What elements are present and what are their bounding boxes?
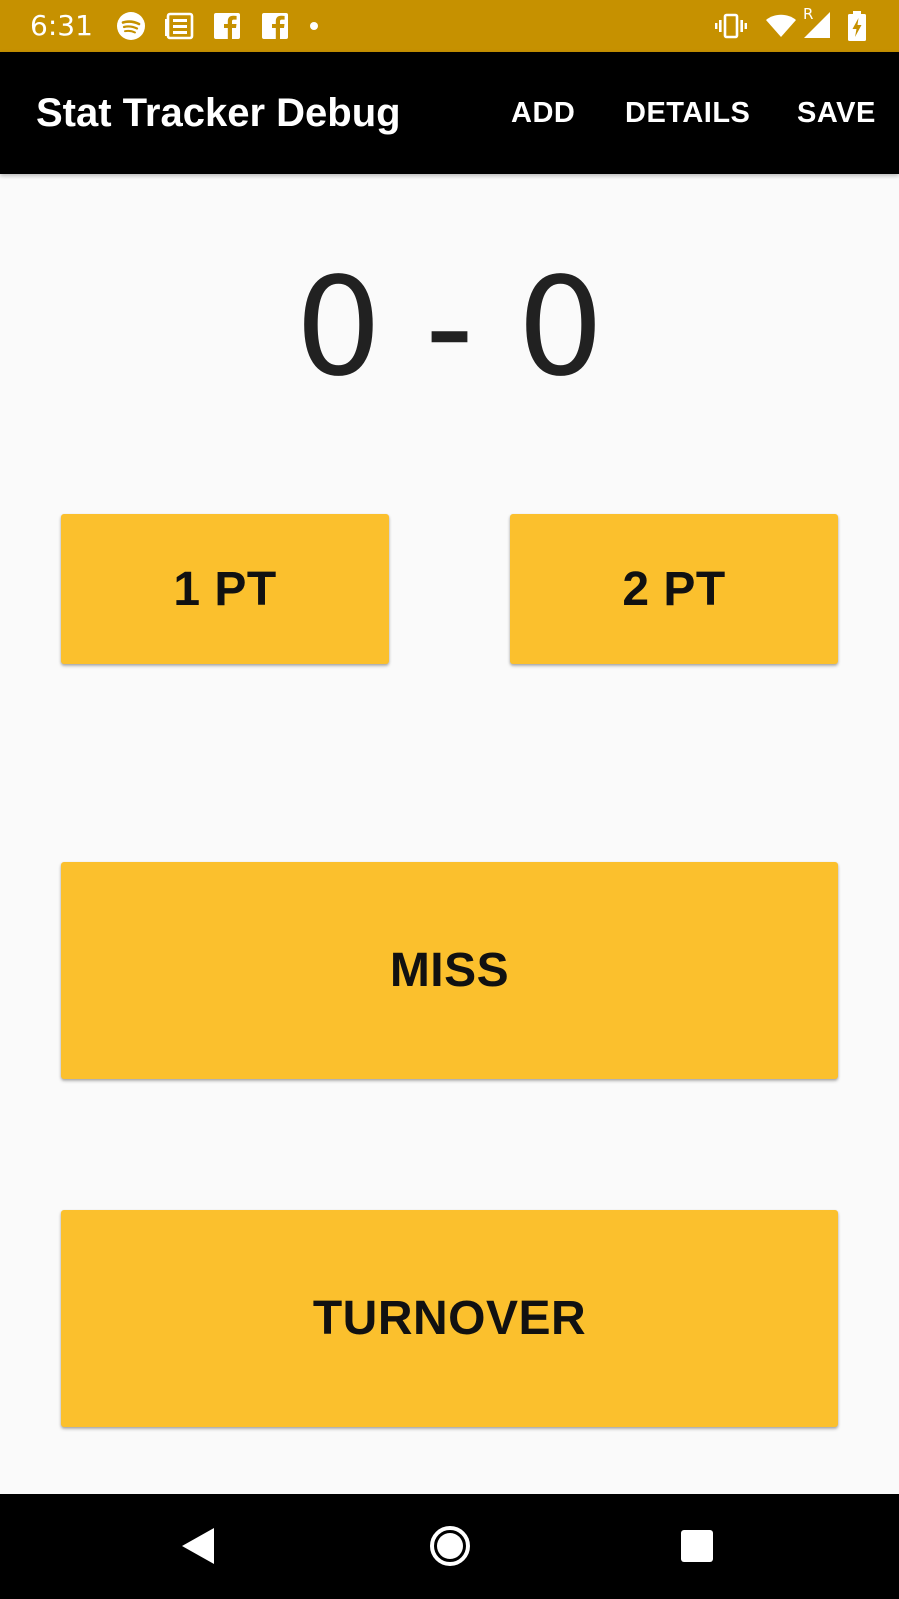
- turnover-button[interactable]: TURNOVER: [61, 1210, 838, 1427]
- roaming-label: R: [803, 5, 814, 23]
- miss-button[interactable]: MISS: [61, 862, 838, 1079]
- save-button[interactable]: SAVE: [797, 96, 876, 130]
- app-bar: Stat Tracker Debug ADD DETAILS SAVE: [0, 52, 899, 174]
- app-title: Stat Tracker Debug: [36, 91, 401, 135]
- screen: 6:31 R Stat Tracker Debug ADD DETAILS SA…: [0, 0, 899, 1599]
- spotify-icon: [114, 10, 148, 42]
- one-point-button[interactable]: 1 PT: [61, 514, 389, 664]
- wifi-icon: [764, 10, 798, 42]
- facebook-icon: [258, 10, 292, 42]
- navigation-bar: [0, 1494, 899, 1599]
- facebook-icon: [210, 10, 244, 42]
- news-icon: [162, 10, 196, 42]
- vibrate-icon: [714, 10, 748, 42]
- score-display: 0 - 0: [295, 249, 604, 407]
- status-time: 6:31: [30, 9, 93, 42]
- two-point-button[interactable]: 2 PT: [510, 514, 838, 664]
- details-button[interactable]: DETAILS: [625, 96, 750, 130]
- battery-charging-icon: [846, 10, 868, 42]
- notification-dot-icon: [306, 10, 322, 42]
- back-icon[interactable]: [172, 1520, 224, 1572]
- recents-icon[interactable]: [671, 1520, 723, 1572]
- add-button[interactable]: ADD: [511, 96, 575, 130]
- status-bar: 6:31 R: [0, 0, 899, 52]
- home-icon[interactable]: [424, 1520, 476, 1572]
